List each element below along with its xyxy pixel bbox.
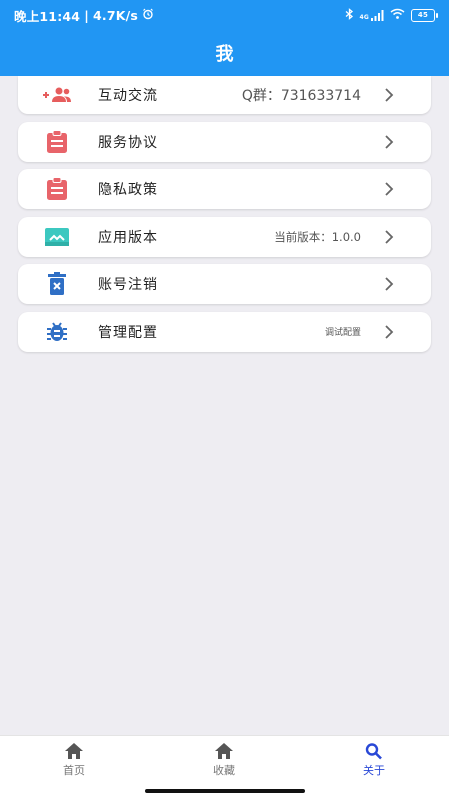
alarm-icon: [142, 8, 154, 23]
tab-label: 收藏: [213, 764, 235, 777]
status-bar: 晚上11:44 | 4.7K/s 4G 45: [0, 0, 449, 30]
menu-item-privacy-policy[interactable]: 隐私政策: [18, 169, 431, 209]
menu-item-app-version[interactable]: 应用版本 当前版本：1.0.0: [18, 216, 431, 257]
battery-icon: 45: [411, 8, 438, 22]
bluetooth-icon: [345, 7, 354, 23]
wifi-icon: [390, 8, 405, 22]
chevron-right-icon: [385, 277, 394, 291]
menu-item-label: 应用版本: [98, 229, 158, 246]
menu-item-label: 管理配置: [98, 324, 158, 341]
trash-icon: [42, 272, 72, 296]
home-indicator[interactable]: [145, 789, 305, 793]
version-value: 当前版本：1.0.0: [274, 229, 361, 244]
tab-favorites[interactable]: 收藏: [184, 742, 264, 782]
search-icon: [365, 743, 382, 760]
chevron-right-icon: [385, 182, 394, 196]
clipboard-icon: [42, 129, 72, 154]
app-header: 晚上11:44 | 4.7K/s 4G 45 我: [0, 0, 449, 76]
menu-item-label: 服务协议: [98, 134, 158, 151]
menu-item-label: 互动交流: [98, 88, 158, 104]
tab-about[interactable]: 关于: [334, 742, 414, 782]
chevron-right-icon: [385, 88, 394, 102]
menu-item-label: 隐私政策: [98, 182, 158, 198]
tab-label: 关于: [363, 764, 385, 777]
menu-item-label: 账号注销: [98, 277, 158, 293]
tab-label: 首页: [63, 764, 85, 777]
page-title: 我: [215, 44, 234, 65]
settings-list: 互动交流 Q群：731633714 服务协议 隐私政策 应用版本 当前版本：1.…: [18, 76, 431, 359]
menu-item-interaction[interactable]: 互动交流 Q群：731633714: [18, 76, 431, 114]
debug-config-value: 调试配置: [324, 328, 361, 338]
qq-group-value: Q群：731633714: [241, 88, 361, 104]
cell-signal-icon: 4G: [360, 9, 385, 21]
chevron-right-icon: [385, 229, 394, 244]
chevron-right-icon: [385, 134, 394, 149]
home-icon: [215, 743, 233, 759]
add-group-icon: [42, 83, 72, 107]
menu-item-service-agreement[interactable]: 服务协议: [18, 121, 431, 162]
menu-item-delete-account[interactable]: 账号注销: [18, 264, 431, 304]
home-icon: [65, 743, 83, 759]
network-speed: 4.7K/s: [92, 7, 139, 23]
version-icon: [42, 225, 72, 249]
menu-item-admin-config[interactable]: 管理配置 调试配置: [18, 311, 431, 352]
status-time: 晚上11:44: [14, 8, 81, 24]
chevron-right-icon: [385, 324, 394, 339]
clipboard-icon: [42, 177, 72, 201]
tab-home[interactable]: 首页: [34, 742, 114, 782]
bug-icon: [42, 320, 72, 344]
